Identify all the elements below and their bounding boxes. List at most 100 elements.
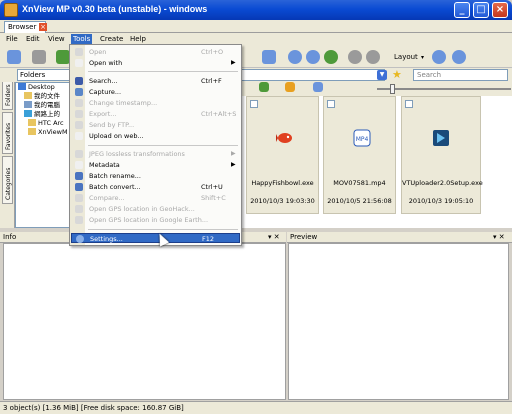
thumbnail-name: VTUploader2.0Setup.exe bbox=[402, 179, 483, 187]
refresh-icon[interactable] bbox=[324, 50, 338, 64]
menu-item-compare[interactable]: Compare... Shift+C bbox=[71, 193, 240, 203]
rotate-left-icon[interactable] bbox=[348, 50, 362, 64]
slideshow-icon[interactable] bbox=[262, 50, 276, 64]
tag-icon[interactable] bbox=[56, 50, 70, 64]
menu-item-send-ftp[interactable]: Send by FTP... bbox=[71, 120, 240, 130]
menu-item-open-with[interactable]: Open with ▶ bbox=[71, 58, 240, 68]
tab-browser[interactable]: Browser × bbox=[4, 21, 47, 33]
help-icon[interactable] bbox=[452, 50, 466, 64]
menu-item-open[interactable]: Open Ctrl+O bbox=[71, 47, 240, 57]
menu-item-metadata[interactable]: Metadata ▶ bbox=[71, 160, 240, 170]
tab-favorites-label: Favorites bbox=[5, 122, 12, 150]
thumbnail-checkbox[interactable] bbox=[250, 100, 258, 108]
filter-icon[interactable] bbox=[285, 82, 295, 92]
menu-item-export[interactable]: Export... Ctrl+Alt+S bbox=[71, 109, 240, 119]
tree-item[interactable]: HTC Arc bbox=[28, 119, 64, 128]
video-icon: MP4 bbox=[353, 129, 371, 147]
desktop-icon bbox=[18, 83, 26, 90]
preview-panel-title: Preview bbox=[290, 233, 318, 241]
clock-icon bbox=[75, 99, 83, 107]
search-input[interactable]: Search bbox=[413, 69, 508, 81]
tree-item[interactable]: XnViewM bbox=[28, 128, 68, 137]
earth-icon bbox=[75, 216, 83, 224]
folder-tree[interactable]: Desktop 我的文件 我的電腦 網路上的 HTC Arc XnViewM bbox=[15, 82, 71, 228]
open-with-icon bbox=[75, 59, 83, 67]
app-icon bbox=[4, 3, 18, 17]
network-icon bbox=[24, 110, 32, 117]
menu-item-search[interactable]: Search... Ctrl+F bbox=[71, 76, 240, 86]
layout-button[interactable]: Layout bbox=[394, 53, 418, 61]
menu-separator bbox=[88, 145, 238, 146]
tab-categories[interactable]: Categories bbox=[2, 156, 13, 204]
camera-icon bbox=[75, 88, 83, 96]
menu-item-upload-web[interactable]: Upload on web... bbox=[71, 131, 240, 141]
view-mode-icon[interactable] bbox=[32, 50, 46, 64]
convert-icon bbox=[75, 183, 83, 191]
forward-arrow-icon[interactable] bbox=[306, 50, 320, 64]
window-title: XnView MP v0.30 beta (unstable) - window… bbox=[22, 4, 208, 14]
tree-item[interactable]: Desktop bbox=[18, 83, 55, 92]
close-button[interactable]: × bbox=[492, 2, 508, 18]
compare-icon bbox=[75, 194, 83, 202]
gps-icon bbox=[75, 205, 83, 213]
minimize-button[interactable]: _ bbox=[454, 2, 470, 18]
tab-close-icon[interactable]: × bbox=[39, 23, 47, 31]
tree-item[interactable]: 我的文件 bbox=[24, 92, 60, 101]
gear-icon[interactable] bbox=[432, 50, 446, 64]
menu-edit[interactable]: Edit bbox=[24, 34, 42, 44]
menu-item-google-earth[interactable]: Open GPS location in Google Earth... bbox=[71, 215, 240, 225]
thumbnail-checkbox[interactable] bbox=[327, 100, 335, 108]
menu-tools[interactable]: Tools bbox=[71, 34, 93, 44]
menu-create[interactable]: Create bbox=[98, 34, 125, 44]
panel-controls[interactable]: ▾ ✕ bbox=[493, 232, 505, 243]
computer-icon bbox=[24, 101, 32, 108]
thumbnail-name: MOV07581.mp4 bbox=[333, 179, 386, 187]
menu-view[interactable]: View bbox=[46, 34, 67, 44]
tree-item[interactable]: 我的電腦 bbox=[24, 101, 60, 110]
chevron-down-icon[interactable]: ▼ bbox=[377, 70, 387, 80]
browse-icon[interactable] bbox=[7, 50, 21, 64]
panel-controls[interactable]: ▾ ✕ bbox=[268, 232, 280, 243]
view-icon[interactable] bbox=[313, 82, 323, 92]
back-arrow-icon[interactable] bbox=[288, 50, 302, 64]
metadata-icon bbox=[75, 161, 83, 169]
tab-favorites[interactable]: Favorites bbox=[2, 112, 13, 154]
menu-separator bbox=[88, 229, 238, 230]
tab-strip: Browser × bbox=[0, 20, 512, 33]
maximize-button[interactable]: □ bbox=[473, 2, 489, 18]
menu-item-batch-convert[interactable]: Batch convert... Ctrl+U bbox=[71, 182, 240, 192]
jpeg-icon bbox=[75, 150, 83, 158]
binoculars-icon bbox=[75, 77, 83, 85]
preview-panel-header: Preview ▾ ✕ bbox=[287, 232, 512, 243]
submenu-arrow-icon: ▶ bbox=[231, 150, 236, 157]
thumbnail-item[interactable]: HappyFishbowl.exe 2010/10/3 19:03:30 bbox=[246, 96, 319, 214]
thumbnail-checkbox[interactable] bbox=[405, 100, 413, 108]
tab-categories-label: Categories bbox=[5, 167, 12, 200]
rename-icon bbox=[75, 172, 83, 180]
menu-file[interactable]: File bbox=[4, 34, 20, 44]
menu-item-jpeg-lossless[interactable]: JPEG lossless transformations ▶ bbox=[71, 149, 240, 159]
thumbnail-item[interactable]: VTUploader2.0Setup.exe 2010/10/3 19:05:1… bbox=[401, 96, 483, 214]
favorite-star-icon[interactable]: ★ bbox=[392, 68, 402, 81]
thumbnail-date: 2010/10/3 19:03:30 bbox=[250, 197, 315, 205]
menu-item-capture[interactable]: Capture... bbox=[71, 87, 240, 97]
submenu-arrow-icon: ▶ bbox=[231, 161, 236, 168]
menu-item-geohack[interactable]: Open GPS location in GeoHack... bbox=[71, 204, 240, 214]
rotate-right-icon[interactable] bbox=[366, 50, 380, 64]
slider-handle[interactable] bbox=[390, 84, 395, 94]
menu-item-batch-rename[interactable]: Batch rename... bbox=[71, 171, 240, 181]
folder-icon bbox=[24, 92, 32, 99]
gear-icon bbox=[76, 235, 84, 243]
tree-item[interactable]: 網路上的 bbox=[24, 110, 60, 119]
menu-separator bbox=[88, 71, 238, 72]
thumbnail-item[interactable]: MP4 MOV07581.mp4 2010/10/5 21:56:08 bbox=[323, 96, 396, 214]
svg-text:MP4: MP4 bbox=[356, 136, 369, 143]
menu-help[interactable]: Help bbox=[128, 34, 148, 44]
layout-chevron-down-icon[interactable]: ▾ bbox=[421, 54, 424, 61]
thumbnail-size-slider[interactable] bbox=[377, 88, 511, 90]
title-bar: XnView MP v0.30 beta (unstable) - window… bbox=[0, 0, 512, 20]
thumbnail-date: 2010/10/3 19:05:10 bbox=[408, 197, 474, 205]
folder-icon bbox=[28, 128, 36, 135]
sort-icon[interactable] bbox=[259, 82, 269, 92]
menu-item-change-timestamp[interactable]: Change timestamp... bbox=[71, 98, 240, 108]
